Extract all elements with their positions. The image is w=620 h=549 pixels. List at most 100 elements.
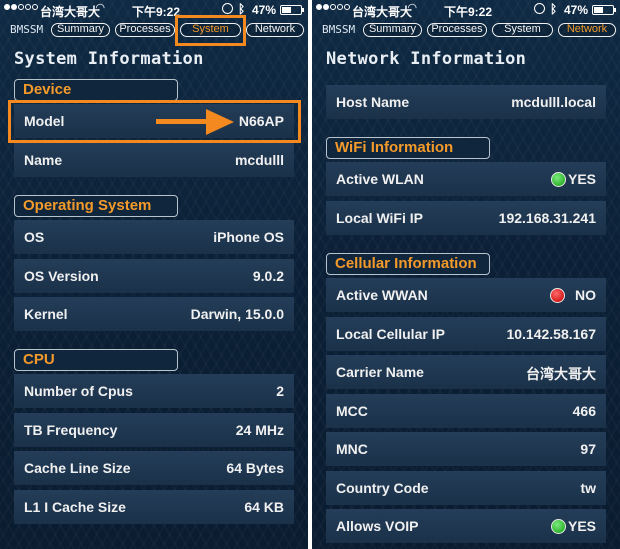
network-panel: 台湾大哥大 ◠ 下午9:22 ᛒ 47% BMSSM Summary Proce…	[312, 0, 620, 549]
row-label: MNC	[336, 441, 368, 457]
row-country-code: Country Code tw	[326, 471, 606, 505]
row-label: Name	[24, 152, 63, 168]
row-value: 10.142.58.167	[506, 326, 596, 342]
tab-system[interactable]: System	[492, 23, 553, 37]
section-cellular-information: Cellular Information	[326, 253, 490, 275]
row-label: TB Frequency	[24, 422, 118, 438]
section-device: Device	[14, 79, 178, 101]
row-value: 台湾大哥大	[526, 366, 596, 382]
row-active-wlan: Active WLAN YES	[326, 162, 606, 196]
row-value: mcdulll	[234, 152, 284, 168]
status-red-icon	[550, 288, 566, 303]
row-value: YES	[567, 518, 596, 534]
row-label: OS Version	[24, 268, 99, 284]
row-label: Carrier Name	[336, 364, 424, 380]
tab-network[interactable]: Network	[558, 23, 616, 37]
row-value: 97	[580, 441, 596, 457]
row-value: mcdulll.local	[511, 94, 596, 110]
row-value-wrap: NO	[550, 287, 596, 303]
row-value: NO	[575, 287, 596, 303]
status-bar: 台湾大哥大 ◠ 下午9:22 ᛒ 47%	[312, 0, 620, 20]
battery-icon	[280, 5, 304, 15]
row-value: tw	[580, 480, 596, 496]
row-label: Local Cellular IP	[336, 326, 445, 342]
system-panel: 台湾大哥大 ◠ 下午9:22 ᛒ 47% BMSSM Summary Proce…	[0, 0, 308, 549]
tab-network[interactable]: Network	[246, 23, 304, 37]
row-value: iPhone OS	[213, 229, 284, 245]
row-label: Cache Line Size	[24, 460, 131, 476]
row-host-name: Host Name mcdulll.local	[326, 85, 606, 119]
section-wifi-information: WiFi Information	[326, 137, 490, 159]
row-local-cellular-ip: Local Cellular IP 10.142.58.167	[326, 317, 606, 351]
row-os-version: OS Version 9.0.2	[14, 259, 294, 293]
row-value: 9.0.2	[252, 268, 284, 284]
carrier-label: 台湾大哥大	[352, 5, 413, 19]
row-value: 192.168.31.241	[498, 210, 596, 226]
row-label: Country Code	[336, 480, 429, 496]
row-number-of-cpus: Number of Cpus 2	[14, 374, 294, 408]
section-operating-system: Operating System	[14, 195, 178, 217]
row-l1-i-cache-size: L1 I Cache Size 64 KB	[14, 490, 294, 524]
lock-rotation-icon	[222, 3, 233, 14]
bluetooth-icon: ᛒ	[238, 2, 246, 16]
row-label: Local WiFi IP	[336, 210, 423, 226]
wifi-icon: ◠	[96, 2, 105, 14]
row-value: 24 MHz	[235, 422, 284, 438]
app-brand: BMSSM	[10, 23, 44, 36]
row-value: YES	[567, 171, 596, 187]
row-label: Host Name	[336, 94, 410, 110]
row-label: MCC	[336, 403, 368, 419]
row-os: OS iPhone OS	[14, 220, 294, 254]
row-name: Name mcdulll	[14, 143, 294, 177]
row-value: 64 KB	[244, 499, 284, 515]
row-highlight-box	[8, 100, 301, 143]
row-label: Allows VOIP	[336, 518, 419, 534]
row-value: 64 Bytes	[226, 460, 284, 476]
row-mnc: MNC 97	[326, 432, 606, 466]
row-label: Active WWAN	[336, 287, 428, 303]
tab-summary[interactable]: Summary	[51, 23, 110, 37]
page-title: Network Information	[326, 49, 527, 69]
battery-icon	[592, 5, 616, 15]
row-value-wrap: YES	[550, 171, 596, 187]
tab-processes[interactable]: Processes	[427, 23, 487, 37]
row-value: 2	[276, 383, 284, 399]
row-label: Kernel	[24, 306, 68, 322]
row-allows-voip: Allows VOIP YES	[326, 509, 606, 543]
page-title: System Information	[14, 49, 204, 69]
row-value: Darwin, 15.0.0	[190, 306, 284, 322]
wifi-icon: ◠	[408, 2, 417, 14]
status-bar: 台湾大哥大 ◠ 下午9:22 ᛒ 47%	[0, 0, 308, 20]
app-brand: BMSSM	[322, 23, 356, 36]
battery-percent: 47%	[564, 3, 589, 17]
carrier-label: 台湾大哥大	[40, 5, 101, 19]
row-cache-line-size: Cache Line Size 64 Bytes	[14, 451, 294, 485]
row-kernel: Kernel Darwin, 15.0.0	[14, 297, 294, 331]
section-cpu: CPU	[14, 349, 178, 371]
tab-bar: BMSSM Summary Processes System Network	[0, 20, 308, 40]
battery-percent: 47%	[252, 3, 277, 17]
row-local-wifi-ip: Local WiFi IP 192.168.31.241	[326, 201, 606, 235]
bluetooth-icon: ᛒ	[550, 2, 558, 16]
row-mcc: MCC 466	[326, 394, 606, 428]
tab-bar: BMSSM Summary Processes System Network	[312, 20, 620, 40]
tab-summary[interactable]: Summary	[363, 23, 422, 37]
row-active-wwan: Active WWAN NO	[326, 278, 606, 312]
row-label: L1 I Cache Size	[24, 499, 126, 515]
tab-highlight-box	[175, 15, 246, 46]
row-value: 466	[572, 403, 596, 419]
row-tb-frequency: TB Frequency 24 MHz	[14, 413, 294, 447]
row-carrier-name: Carrier Name 台湾大哥大	[326, 355, 606, 389]
row-label: Active WLAN	[336, 171, 424, 187]
signal-icon	[316, 4, 350, 10]
lock-rotation-icon	[534, 3, 545, 14]
row-value-wrap: YES	[550, 518, 596, 534]
status-green-icon	[550, 519, 566, 534]
clock: 下午9:22	[132, 5, 181, 19]
clock: 下午9:22	[444, 5, 493, 19]
status-green-icon	[550, 172, 566, 187]
tab-processes[interactable]: Processes	[115, 23, 175, 37]
row-label: Number of Cpus	[24, 383, 133, 399]
signal-icon	[4, 4, 38, 10]
row-label: OS	[24, 229, 45, 245]
